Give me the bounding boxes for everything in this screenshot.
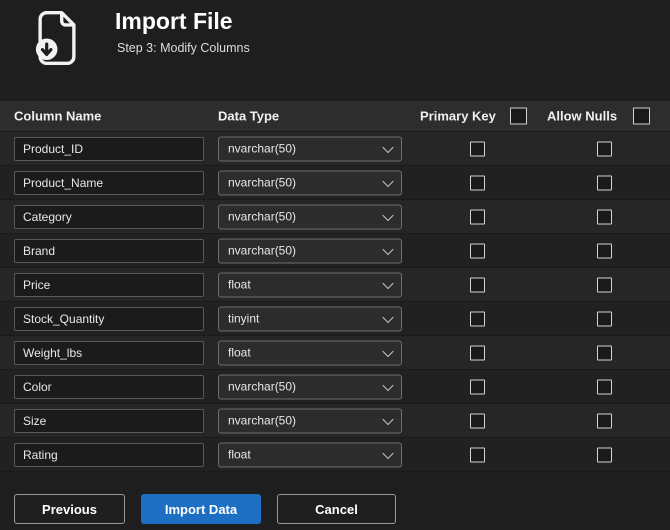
allow-nulls-checkbox[interactable]: [597, 379, 612, 394]
table-row: nvarchar(50): [0, 166, 670, 200]
primary-key-checkbox[interactable]: [470, 447, 485, 462]
import-file-dialog: Import File Step 3: Modify Columns Colum…: [0, 0, 670, 530]
allow-nulls-checkbox[interactable]: [597, 243, 612, 258]
primary-key-checkbox[interactable]: [470, 277, 485, 292]
data-type-dropdown[interactable]: nvarchar(50): [218, 204, 402, 229]
data-type-dropdown[interactable]: nvarchar(50): [218, 170, 402, 195]
table-body: nvarchar(50) nvarchar(50) nvarchar(50): [0, 132, 670, 472]
import-data-button[interactable]: Import Data: [141, 494, 261, 524]
allow-nulls-checkbox[interactable]: [597, 209, 612, 224]
table-row: nvarchar(50): [0, 404, 670, 438]
data-type-value: float: [228, 447, 251, 462]
allow-nulls-checkbox[interactable]: [597, 447, 612, 462]
table-row: tinyint: [0, 302, 670, 336]
column-name-input[interactable]: [14, 136, 204, 161]
data-type-dropdown[interactable]: float: [218, 272, 402, 297]
page-title: Import File: [115, 8, 233, 34]
chevron-down-icon: [382, 141, 394, 153]
import-file-icon: [35, 11, 76, 65]
primary-key-checkbox[interactable]: [470, 379, 485, 394]
table-row: float: [0, 438, 670, 472]
column-name-input[interactable]: [14, 408, 204, 433]
chevron-down-icon: [382, 379, 394, 391]
column-header-name: Column Name: [14, 108, 102, 124]
primary-key-checkbox[interactable]: [470, 141, 485, 156]
primary-key-checkbox[interactable]: [470, 345, 485, 360]
data-type-value: nvarchar(50): [228, 175, 297, 190]
table-header: Column Name Data Type Primary Key Allow …: [0, 101, 670, 132]
column-header-type: Data Type: [218, 108, 280, 124]
data-type-dropdown[interactable]: nvarchar(50): [218, 374, 402, 399]
column-name-input[interactable]: [14, 204, 204, 229]
primary-key-checkbox[interactable]: [470, 243, 485, 258]
data-type-dropdown[interactable]: float: [218, 340, 402, 365]
data-type-dropdown[interactable]: tinyint: [218, 306, 402, 331]
cancel-button[interactable]: Cancel: [277, 494, 396, 524]
allow-nulls-checkbox[interactable]: [597, 175, 612, 190]
data-type-dropdown[interactable]: nvarchar(50): [218, 136, 402, 161]
allow-nulls-checkbox[interactable]: [597, 413, 612, 428]
column-name-input[interactable]: [14, 442, 204, 467]
chevron-down-icon: [382, 209, 394, 221]
data-type-value: tinyint: [228, 311, 260, 326]
column-name-input[interactable]: [14, 374, 204, 399]
chevron-down-icon: [382, 311, 394, 323]
data-type-value: nvarchar(50): [228, 209, 297, 224]
column-name-input[interactable]: [14, 170, 204, 195]
column-name-input[interactable]: [14, 306, 204, 331]
data-type-value: float: [228, 277, 251, 292]
table-row: float: [0, 336, 670, 370]
chevron-down-icon: [382, 277, 394, 289]
column-name-input[interactable]: [14, 238, 204, 263]
column-name-input[interactable]: [14, 272, 204, 297]
chevron-down-icon: [382, 243, 394, 255]
table-row: nvarchar(50): [0, 200, 670, 234]
allow-nulls-checkbox[interactable]: [597, 345, 612, 360]
dialog-footer: Previous Import Data Cancel: [0, 494, 670, 530]
column-name-input[interactable]: [14, 340, 204, 365]
dialog-header: Import File Step 3: Modify Columns: [0, 0, 670, 100]
data-type-value: float: [228, 345, 251, 360]
column-header-primary-key: Primary Key: [420, 108, 496, 124]
allow-nulls-checkbox[interactable]: [597, 311, 612, 326]
chevron-down-icon: [382, 413, 394, 425]
table-row: nvarchar(50): [0, 132, 670, 166]
primary-key-checkbox[interactable]: [470, 209, 485, 224]
chevron-down-icon: [382, 447, 394, 459]
primary-key-checkbox[interactable]: [470, 175, 485, 190]
data-type-value: nvarchar(50): [228, 243, 297, 258]
data-type-dropdown[interactable]: nvarchar(50): [218, 238, 402, 263]
table-row: nvarchar(50): [0, 370, 670, 404]
primary-key-checkbox[interactable]: [470, 413, 485, 428]
primary-key-select-all-checkbox[interactable]: [510, 107, 527, 125]
allow-nulls-checkbox[interactable]: [597, 141, 612, 156]
data-type-value: nvarchar(50): [228, 141, 297, 156]
allow-nulls-checkbox[interactable]: [597, 277, 612, 292]
table-row: nvarchar(50): [0, 234, 670, 268]
table-row: float: [0, 268, 670, 302]
allow-nulls-select-all-checkbox[interactable]: [633, 107, 650, 125]
step-subtitle: Step 3: Modify Columns: [117, 41, 250, 55]
previous-button[interactable]: Previous: [14, 494, 125, 524]
primary-key-checkbox[interactable]: [470, 311, 485, 326]
column-header-allow-nulls: Allow Nulls: [547, 108, 618, 124]
chevron-down-icon: [382, 345, 394, 357]
chevron-down-icon: [382, 175, 394, 187]
data-type-dropdown[interactable]: float: [218, 442, 402, 467]
data-type-dropdown[interactable]: nvarchar(50): [218, 408, 402, 433]
data-type-value: nvarchar(50): [228, 379, 297, 394]
data-type-value: nvarchar(50): [228, 413, 297, 428]
